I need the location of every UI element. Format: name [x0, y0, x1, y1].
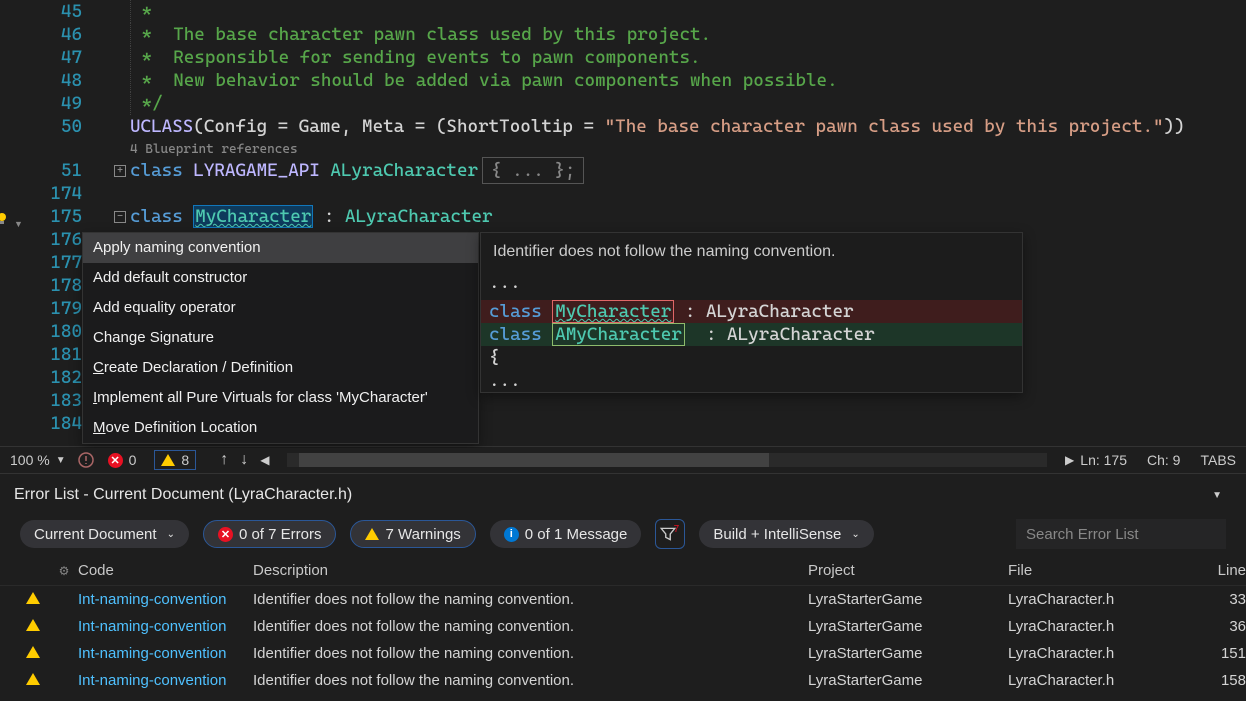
messages-filter[interactable]: i0 of 1 Message — [490, 520, 642, 548]
col-header-description[interactable]: Description — [253, 562, 808, 579]
error-list-toolbar: Current Document⌄ ✕0 of 7 Errors 7 Warni… — [0, 512, 1246, 556]
health-icon[interactable] — [78, 452, 94, 468]
filter-button[interactable]: 7 — [655, 519, 685, 549]
col-header-code[interactable]: Code — [78, 562, 253, 579]
diff-removed-line: class MyCharacter : ALyraCharacter — [481, 300, 1022, 323]
error-row[interactable]: Int-naming-convention Identifier does no… — [0, 586, 1246, 613]
warning-icon — [26, 619, 40, 631]
quickfix-preview: Identifier does not follow the naming co… — [480, 232, 1023, 393]
fold-plus-icon[interactable]: + — [114, 165, 126, 177]
warning-icon — [26, 592, 40, 604]
quickfix-menu: Apply naming convention Add default cons… — [82, 232, 479, 444]
warnings-filter[interactable]: 7 Warnings — [350, 520, 475, 548]
errors-count[interactable]: ✕0 — [108, 452, 137, 468]
col-header-line[interactable]: Line — [1206, 562, 1246, 579]
error-row[interactable]: Int-naming-convention Identifier does no… — [0, 613, 1246, 640]
col-header-file[interactable]: File — [1008, 562, 1206, 579]
code-text[interactable]: * * The base character pawn class used b… — [90, 0, 1246, 228]
search-input[interactable]: Search Error List — [1016, 519, 1226, 549]
errors-filter[interactable]: ✕0 of 7 Errors — [203, 520, 337, 548]
scroll-right-icon[interactable]: ▶ — [1065, 453, 1074, 467]
error-list-title: Error List - Current Document (LyraChara… — [0, 480, 1246, 512]
quickfix-add-default-ctor[interactable]: Add default constructor — [83, 263, 478, 293]
horizontal-scrollbar[interactable] — [287, 453, 1047, 467]
quickfix-apply-naming[interactable]: Apply naming convention — [83, 233, 478, 263]
nav-down-icon[interactable]: ↓ — [240, 451, 248, 469]
warning-icon — [26, 646, 40, 658]
collapsed-block[interactable]: { ... }; — [482, 157, 584, 184]
error-row[interactable]: Int-naming-convention Identifier does no… — [0, 640, 1246, 667]
error-code-link[interactable]: Int-naming-convention — [78, 618, 226, 635]
error-code-link[interactable]: Int-naming-convention — [78, 672, 226, 689]
quickfix-implement-virtuals[interactable]: Implement all Pure Virtuals for class 'M… — [83, 383, 478, 413]
preview-message: Identifier does not follow the naming co… — [481, 233, 1022, 271]
zoom-level[interactable]: 100 % — [10, 452, 50, 468]
scope-dropdown[interactable]: Current Document⌄ — [20, 520, 189, 548]
editor-status-bar: 100 % ▼ ✕0 8 ↑ ↓ ◀ ▶ Ln: 175 Ch: 9 TABS — [0, 446, 1246, 474]
indent-mode[interactable]: TABS — [1200, 452, 1236, 468]
error-code-link[interactable]: Int-naming-convention — [78, 645, 226, 662]
lightbulb-icon[interactable] — [0, 211, 12, 229]
error-list-grid: ⚙ Code Description Project File Line Int… — [0, 556, 1246, 694]
error-row[interactable]: Int-naming-convention Identifier does no… — [0, 667, 1246, 694]
warning-icon — [26, 673, 40, 685]
quickfix-move-definition[interactable]: Move Definition Location — [83, 413, 478, 443]
warnings-count[interactable]: 8 — [154, 450, 196, 470]
lightbulb-dropdown-icon[interactable]: ▼ — [14, 219, 23, 229]
cursor-col[interactable]: Ch: 9 — [1147, 452, 1180, 468]
panel-menu-icon[interactable]: ▼ — [1212, 490, 1222, 501]
grid-header[interactable]: ⚙ Code Description Project File Line — [0, 556, 1246, 586]
quickfix-change-signature[interactable]: Change Signature — [83, 323, 478, 353]
col-header-project[interactable]: Project — [808, 562, 1008, 579]
codelens-reference[interactable]: 4 Blueprint references — [90, 138, 1246, 159]
quickfix-add-equality[interactable]: Add equality operator — [83, 293, 478, 323]
scroll-left-icon[interactable]: ◀ — [260, 453, 269, 467]
cursor-line[interactable]: Ln: 175 — [1080, 452, 1127, 468]
error-code-link[interactable]: Int-naming-convention — [78, 591, 226, 608]
identifier-with-warning[interactable]: MyCharacter — [193, 205, 313, 228]
zoom-dropdown-icon[interactable]: ▼ — [56, 455, 66, 466]
column-settings-icon[interactable]: ⚙ — [50, 564, 78, 578]
fold-minus-icon[interactable]: − — [114, 211, 126, 223]
code-editor[interactable]: 45 46 47 48 49 50 51 174 175 176 177 178… — [0, 0, 1246, 448]
nav-up-icon[interactable]: ↑ — [220, 451, 228, 469]
diff-added-line: class AMyCharacter : ALyraCharacter — [481, 323, 1022, 346]
build-source-dropdown[interactable]: Build + IntelliSense⌄ — [699, 520, 873, 548]
quickfix-create-decl-def[interactable]: Create Declaration / Definition — [83, 353, 478, 383]
